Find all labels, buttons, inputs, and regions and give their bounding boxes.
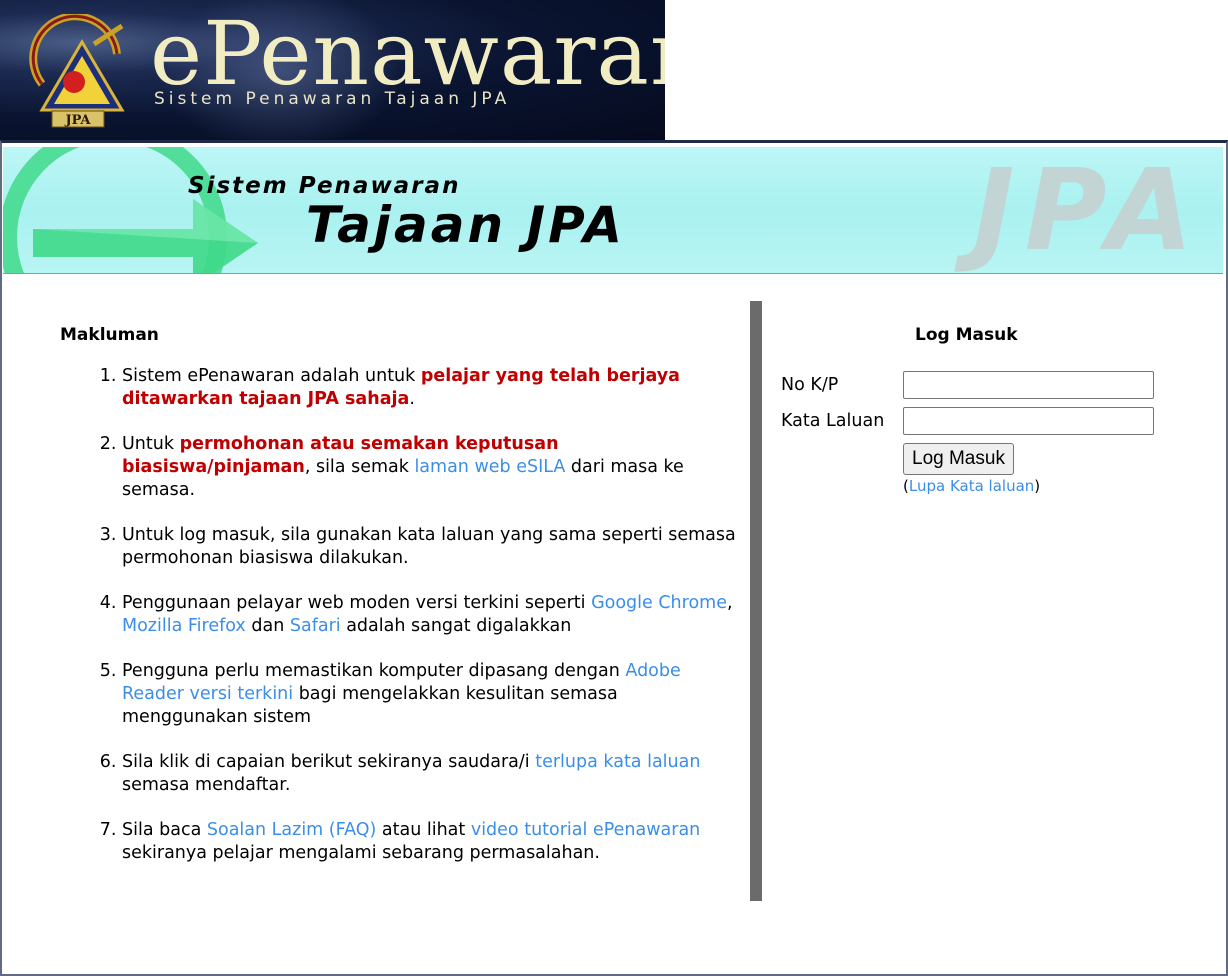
forgot-password-info-link[interactable]: terlupa kata laluan (535, 752, 700, 772)
info-text: sekiranya pelajar mengalami sebarang per… (122, 843, 600, 863)
password-input[interactable] (903, 407, 1154, 435)
info-text: Pengguna perlu memastikan komputer dipas… (122, 661, 626, 681)
forgot-paren-close: ) (1034, 477, 1041, 495)
info-item: Sila baca Soalan Lazim (FAQ) atau lihat … (122, 819, 740, 865)
nokp-label: No K/P (781, 375, 839, 395)
info-text: , sila semak (304, 457, 415, 477)
nokp-input[interactable] (903, 371, 1154, 399)
info-text: atau lihat (376, 820, 471, 840)
info-list: Sistem ePenawaran adalah untuk pelajar y… (60, 365, 740, 865)
google-chrome-link[interactable]: Google Chrome (591, 593, 727, 613)
emblem-text: JPA (64, 113, 91, 128)
info-text: semasa mendaftar. (122, 775, 291, 795)
info-heading: Makluman (60, 325, 159, 345)
forgot-password-line: (Lupa Kata laluan) (903, 477, 1040, 495)
password-label: Kata Laluan (781, 411, 885, 431)
logo-subtitle: Sistem Penawaran Tajaan JPA (154, 89, 511, 109)
mozilla-firefox-link[interactable]: Mozilla Firefox (122, 616, 246, 636)
info-text: Penggunaan pelayar web moden versi terki… (122, 593, 592, 613)
info-text: Sistem ePenawaran adalah untuk (122, 366, 421, 386)
logo-banner: JPA ePenawaran Sistem Penawaran Tajaan J… (0, 0, 665, 142)
info-text: . (409, 389, 415, 409)
info-item: Untuk permohonan atau semakan keputusan … (122, 433, 740, 502)
header-banner: JPA Sistem Penawaran Tajaan JPA (3, 147, 1223, 274)
login-button[interactable]: Log Masuk (903, 443, 1014, 475)
column-divider (750, 301, 762, 901)
banner-line2: Tajaan JPA (306, 196, 625, 254)
info-item: Penggunaan pelayar web moden versi terki… (122, 592, 740, 638)
info-item: Sila klik di capaian berikut sekiranya s… (122, 751, 740, 797)
video-tutorial-link[interactable]: video tutorial ePenawaran (471, 820, 700, 840)
banner-watermark: JPA (973, 147, 1204, 274)
info-text: Sila baca (122, 820, 207, 840)
esila-link[interactable]: laman web eSILA (414, 457, 565, 477)
safari-link[interactable]: Safari (290, 616, 341, 636)
main-frame: JPA Sistem Penawaran Tajaan JPA Makluman… (0, 140, 1228, 976)
info-text: Untuk (122, 434, 180, 454)
forgot-password-link[interactable]: Lupa Kata laluan (909, 477, 1034, 495)
login-heading: Log Masuk (915, 325, 1018, 345)
info-section: Makluman Sistem ePenawaran adalah untuk … (60, 325, 740, 887)
info-text: adalah sangat digalakkan (340, 616, 572, 636)
info-item: Untuk log masuk, sila gunakan kata lalua… (122, 524, 740, 570)
login-section: Log Masuk No K/P Kata Laluan Log Masuk (… (762, 303, 1222, 643)
info-item: Sistem ePenawaran adalah untuk pelajar y… (122, 365, 740, 411)
info-text: , (726, 593, 733, 613)
info-text: dan (245, 616, 290, 636)
info-text: Untuk log masuk, sila gunakan kata lalua… (122, 525, 736, 568)
info-text: Sila klik di capaian berikut sekiranya s… (122, 752, 536, 772)
arrow-right-circle-icon (3, 147, 258, 273)
info-item: Pengguna perlu memastikan komputer dipas… (122, 660, 740, 729)
jpa-emblem-icon: JPA (29, 14, 125, 128)
faq-link[interactable]: Soalan Lazim (FAQ) (207, 820, 376, 840)
